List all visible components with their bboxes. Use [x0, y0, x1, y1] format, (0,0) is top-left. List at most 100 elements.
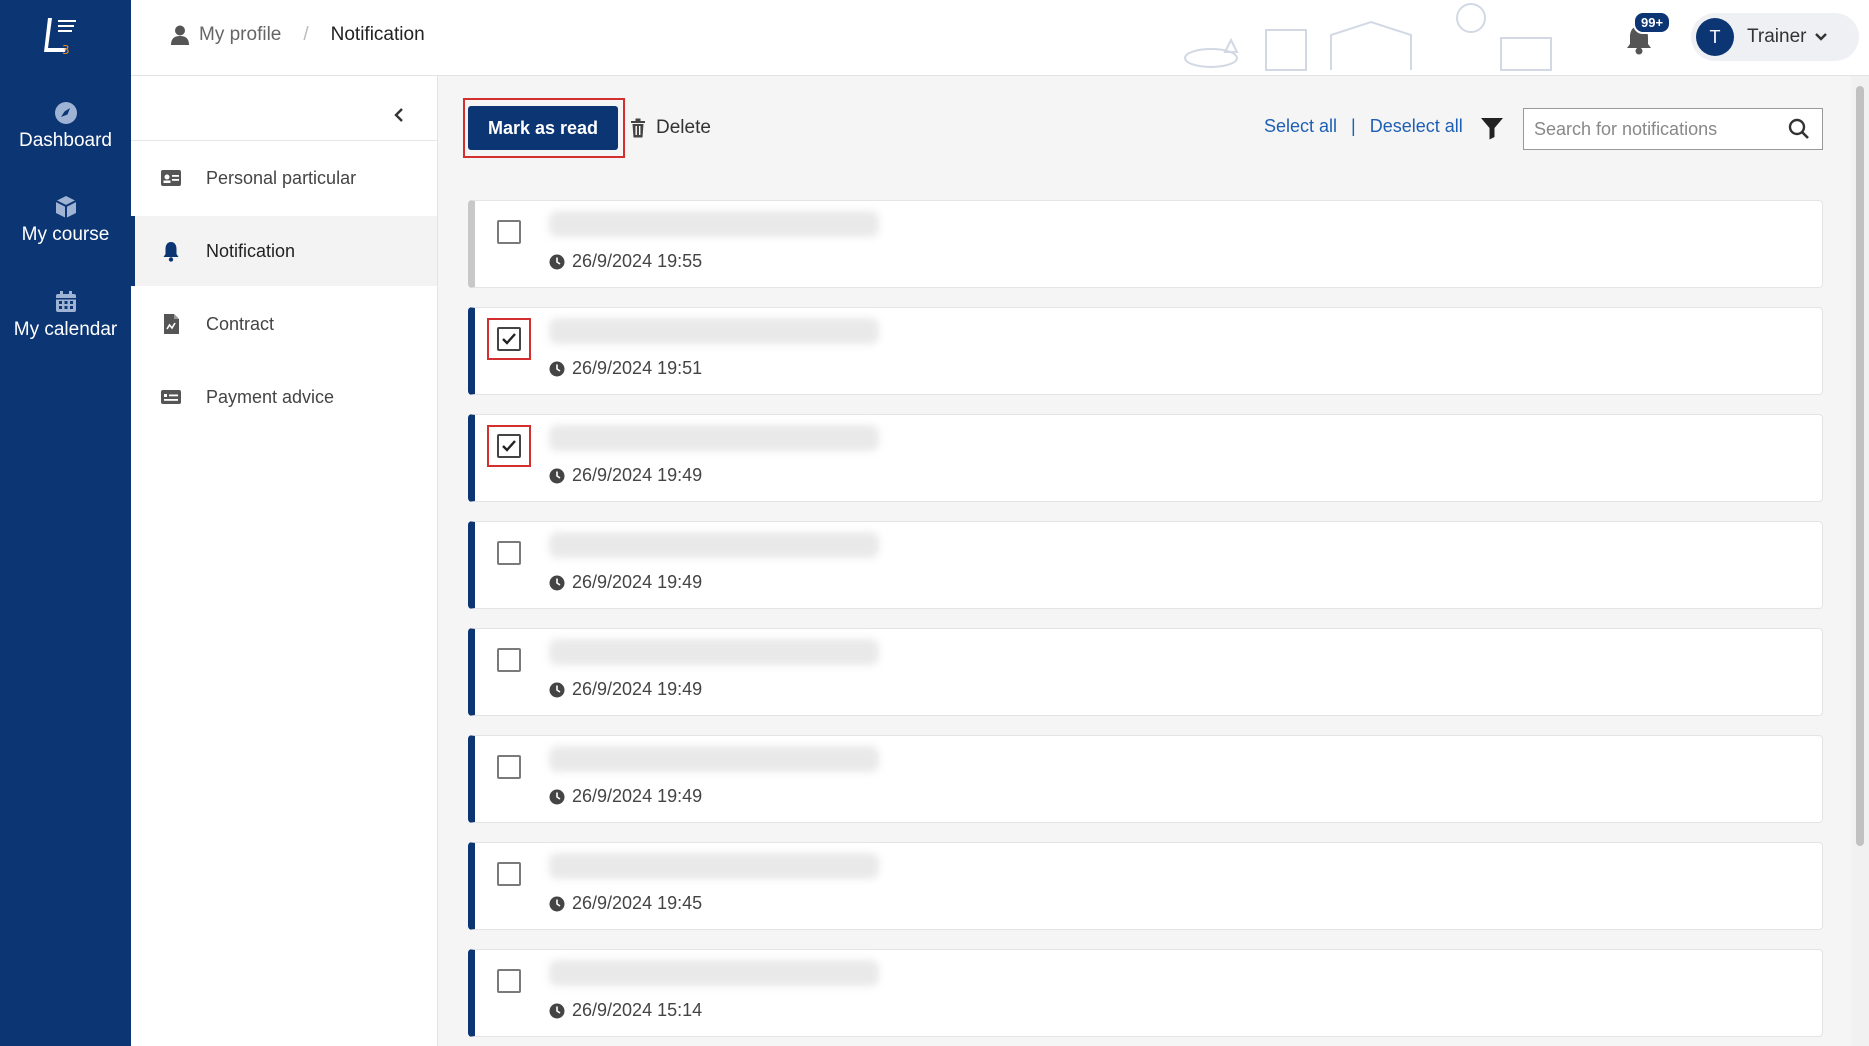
notification-time: 26/9/2024 19:49 [549, 679, 702, 700]
search-icon[interactable] [1788, 118, 1810, 140]
notification-title-redacted [549, 532, 879, 558]
breadcrumb: My profile / Notification [171, 24, 425, 46]
trash-icon [631, 118, 645, 138]
notification-item[interactable]: 26/9/2024 19:55 [468, 200, 1823, 288]
search-box [1523, 108, 1823, 150]
nav-label: My course [21, 224, 110, 245]
sidebar-item-label: Contract [206, 313, 275, 334]
chevron-down-icon [1815, 33, 1828, 41]
notification-checkbox[interactable] [497, 969, 521, 993]
nav-item-my-calendar[interactable]: My calendar [0, 289, 131, 341]
notification-list: 26/9/2024 19:55 26/9/2024 19:51 26/9/2024 … [468, 200, 1823, 1046]
breadcrumb-my-profile[interactable]: My profile [171, 24, 281, 46]
sidebar-item-label: Payment advice [206, 386, 335, 407]
user-name: Trainer [1747, 26, 1807, 47]
clock-icon [549, 682, 565, 697]
sidebar-item-contract[interactable]: Contract [131, 289, 437, 359]
notification-title-redacted [549, 960, 879, 986]
collapse-sidebar-button[interactable] [384, 100, 414, 130]
notification-time: 26/9/2024 15:14 [549, 1000, 702, 1021]
nav-rail: 3 Dashboard My course My calendar [0, 0, 131, 1046]
notification-title-redacted [549, 425, 879, 451]
calendar-icon [55, 291, 76, 312]
sidebar-item-label: Notification [206, 240, 296, 261]
checkmark-icon [502, 440, 516, 452]
notification-time: 26/9/2024 19:49 [549, 786, 702, 807]
notification-timestamp: 26/9/2024 19:45 [572, 893, 703, 913]
notification-title-redacted [549, 318, 879, 344]
notification-time: 26/9/2024 19:55 [549, 251, 702, 272]
sidebar-item-personal-particular[interactable]: Personal particular [131, 143, 437, 213]
checkmark-icon [502, 333, 516, 345]
notifications-panel: Mark as read Delete Select all | Deselec… [438, 76, 1851, 1046]
top-bar: My profile / Notification 99+ T Trainer [131, 0, 1869, 76]
notification-timestamp: 26/9/2024 19:51 [572, 358, 703, 378]
filter-icon[interactable] [1478, 114, 1506, 142]
nav-item-dashboard[interactable]: Dashboard [0, 100, 131, 152]
notification-checkbox[interactable] [497, 434, 521, 458]
notification-item[interactable]: 26/9/2024 19:49 [468, 521, 1823, 609]
mark-as-read-button[interactable]: Mark as read [468, 106, 618, 150]
nav-label: My calendar [13, 319, 118, 340]
cube-icon [55, 196, 76, 218]
sidebar-item-payment-advice[interactable]: Payment advice [131, 362, 437, 432]
notification-timestamp: 26/9/2024 15:14 [572, 1000, 703, 1020]
divider [131, 140, 437, 141]
scrollbar[interactable] [1851, 76, 1869, 1046]
nav-item-my-course[interactable]: My course [0, 194, 131, 246]
notification-title-redacted [549, 853, 879, 879]
notification-title-redacted [549, 211, 879, 237]
notification-item[interactable]: 26/9/2024 19:51 [468, 307, 1823, 395]
avatar: T [1696, 18, 1734, 56]
notification-item[interactable]: 26/9/2024 15:14 [468, 949, 1823, 1037]
breadcrumb-parent-label: My profile [199, 24, 282, 45]
notification-checkbox[interactable] [497, 755, 521, 779]
delete-label: Delete [656, 117, 711, 138]
notification-item[interactable]: 26/9/2024 19:49 [468, 628, 1823, 716]
selection-actions: Select all | Deselect all [1264, 116, 1463, 137]
bell-icon [163, 242, 179, 262]
notification-item[interactable]: 26/9/2024 19:49 [468, 735, 1823, 823]
notification-checkbox[interactable] [497, 327, 521, 351]
notification-time: 26/9/2024 19:51 [549, 358, 702, 379]
nav-label: Dashboard [19, 130, 112, 151]
deselect-all-link[interactable]: Deselect all [1370, 116, 1463, 137]
notification-timestamp: 26/9/2024 19:49 [572, 572, 703, 592]
notification-time: 26/9/2024 19:45 [549, 893, 702, 914]
clock-icon [549, 789, 565, 804]
notification-checkbox[interactable] [497, 648, 521, 672]
delete-button[interactable]: Delete [630, 112, 711, 144]
notification-title-redacted [549, 639, 879, 665]
clock-icon [549, 1003, 565, 1018]
sidebar-item-label: Personal particular [206, 167, 357, 188]
brand-logo-icon[interactable]: 3 [42, 14, 82, 56]
link-separator: | [1351, 116, 1356, 136]
user-menu[interactable]: T Trainer [1691, 13, 1859, 61]
document-icon [164, 314, 179, 334]
notification-timestamp: 26/9/2024 19:49 [572, 465, 703, 485]
notification-checkbox[interactable] [497, 862, 521, 886]
select-all-link[interactable]: Select all [1264, 116, 1337, 137]
scrollbar-thumb[interactable] [1856, 86, 1864, 846]
search-input[interactable] [1534, 118, 1784, 140]
clock-icon [549, 575, 565, 590]
breadcrumb-current: Notification [330, 24, 425, 45]
notification-time: 26/9/2024 19:49 [549, 572, 702, 593]
clock-icon [549, 361, 565, 376]
sidebar-item-notification[interactable]: Notification [131, 216, 437, 286]
id-card-icon [161, 170, 181, 186]
notification-item[interactable]: 26/9/2024 19:45 [468, 842, 1823, 930]
decorative-doodle-icon [1184, 3, 1552, 71]
clock-icon [549, 468, 565, 483]
notification-item[interactable]: 26/9/2024 19:49 [468, 414, 1823, 502]
notification-title-redacted [549, 746, 879, 772]
notification-count-badge: 99+ [1633, 11, 1672, 34]
notification-time: 26/9/2024 19:49 [549, 465, 702, 486]
notification-checkbox[interactable] [497, 541, 521, 565]
profile-sidebar: Personal particular Notification Contrac… [131, 76, 438, 1046]
notification-timestamp: 26/9/2024 19:49 [572, 679, 703, 699]
notification-timestamp: 26/9/2024 19:55 [572, 251, 703, 271]
notification-checkbox[interactable] [497, 220, 521, 244]
chevron-left-icon [394, 108, 403, 122]
svg-text:3: 3 [62, 43, 70, 56]
